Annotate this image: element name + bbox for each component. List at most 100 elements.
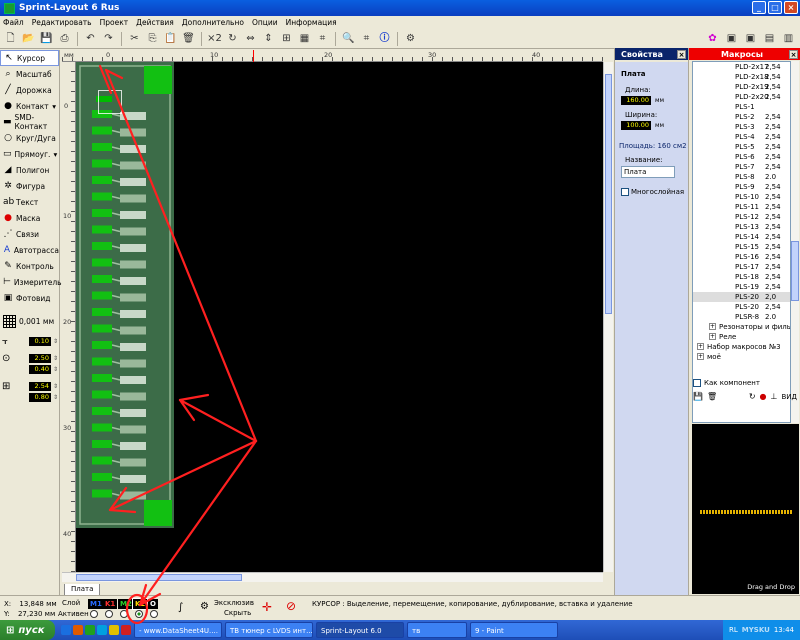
quicklaunch-icon[interactable] (73, 625, 83, 635)
tool-photoview[interactable]: ▣ Фотовид (0, 290, 59, 306)
tool-autoroute[interactable]: A Автотрасса (0, 242, 59, 258)
macro-item[interactable]: PLS-14 2,54 (693, 232, 790, 242)
macro-item[interactable]: PLS-20 2,0 (693, 292, 790, 302)
macro-item[interactable]: PLS-3 2,54 (693, 122, 790, 132)
duplicate-icon[interactable]: ×2 (207, 31, 222, 46)
ungroup-icon[interactable]: ⌗ (315, 31, 330, 46)
cut-icon[interactable]: ✂ (127, 31, 142, 46)
menu-item[interactable]: Дополнительно (182, 18, 244, 27)
canvas-vscroll[interactable] (603, 62, 613, 572)
track-width-field[interactable]: 0.10 (29, 337, 51, 346)
macro-group[interactable]: + Реле (693, 332, 790, 342)
undo-icon[interactable]: ↶ (83, 31, 98, 46)
macro-group[interactable]: + Набор макросов №3 (693, 342, 790, 352)
mirror-macro-icon[interactable]: ⊥ (771, 392, 778, 401)
tool-control[interactable]: ✎ Контроль (0, 258, 59, 274)
macro-item[interactable]: PLD-2x20 2,54 (693, 92, 790, 102)
macro-tree-scrollbar[interactable] (791, 61, 799, 423)
macro-item[interactable]: PLS-9 2,54 (693, 182, 790, 192)
photo-icon[interactable]: ▥ (781, 31, 796, 46)
pcb-canvas[interactable] (76, 62, 603, 572)
tool-figure[interactable]: ✲ Фигура (0, 178, 59, 194)
target-icon[interactable]: ✛ (262, 600, 272, 614)
quicklaunch-icon[interactable] (61, 625, 71, 635)
language-indicator[interactable]: RL (729, 626, 738, 634)
macro-group[interactable]: + моё (693, 352, 790, 362)
macro-item[interactable]: PLS-11 2,54 (693, 202, 790, 212)
menu-item[interactable]: Опции (252, 18, 278, 27)
mirror-v-icon[interactable]: ⇕ (261, 31, 276, 46)
start-button[interactable]: ⊞ пуск (0, 620, 55, 640)
menu-item[interactable]: Действия (136, 18, 174, 27)
pad-inner-field[interactable]: 0.40 (29, 365, 51, 374)
macro-item[interactable]: PLD-2x19 2,54 (693, 82, 790, 92)
length-field[interactable]: 160.00 (621, 96, 651, 105)
copy-icon[interactable]: ⎘ (145, 31, 160, 46)
rotate-icon[interactable]: ↻ (225, 31, 240, 46)
crop-icon[interactable]: ⌗ (359, 31, 374, 46)
menu-item[interactable]: Проект (100, 18, 129, 27)
macro-item[interactable]: PLD-2x18 2,54 (693, 72, 790, 82)
zoom-icon[interactable]: 🔍 (341, 31, 356, 46)
width-field[interactable]: 100.00 (621, 121, 651, 130)
save-icon[interactable]: 💾 (39, 31, 54, 46)
taskbar-task[interactable]: тв (407, 622, 467, 638)
layer-k2-active-radio[interactable] (135, 610, 143, 618)
expand-icon[interactable]: + (709, 323, 716, 330)
new-file-icon[interactable]: 🗋 (3, 31, 18, 46)
tool-cursor[interactable]: ↖ Курсор (0, 50, 59, 66)
clock[interactable]: 13:44 (774, 626, 794, 634)
layer-k1-button[interactable]: K1 (103, 599, 118, 609)
settings-gear-icon[interactable]: ⚙ (403, 31, 418, 46)
layer-k2-button[interactable]: K2 (131, 598, 149, 610)
smd-height-field[interactable]: 0.80 (29, 393, 51, 402)
name-input[interactable]: Плата (621, 166, 675, 178)
macro-item[interactable]: PLS-2 2,54 (693, 112, 790, 122)
macro-group[interactable]: +Резонаторы и фильтры (693, 322, 790, 332)
tool-connections[interactable]: ⋰ Связи (0, 226, 59, 242)
disable-icon[interactable]: ⊘ (286, 599, 296, 613)
tool-rectangle[interactable]: ▭ Прямоуг. ▾ (0, 146, 59, 162)
as-component-checkbox[interactable] (693, 379, 701, 387)
tool-polygon[interactable]: ◢ Полигон (0, 162, 59, 178)
taskbar-task[interactable]: ТВ тюнер с LVDS инт... (225, 622, 313, 638)
drc-icon[interactable]: ▤ (762, 31, 777, 46)
macro-item[interactable]: PLS-18 2,54 (693, 272, 790, 282)
view-button[interactable]: ВИД (781, 393, 797, 401)
macro-tree[interactable]: PLD-2x17 2,54 PLD-2x18 2,54 PLD-2x19 2,54 PLD-… (692, 61, 791, 423)
tool-mask[interactable]: ● Маска (0, 210, 59, 226)
exclusive-gear-icon[interactable]: ⚙ (200, 601, 209, 612)
save-macro-icon[interactable]: 💾 (693, 392, 703, 401)
info-icon[interactable]: ⓘ (377, 31, 392, 46)
rotate-macro-icon[interactable]: ↻ (749, 392, 756, 401)
macro-item[interactable]: PLS-6 2,54 (693, 152, 790, 162)
macro-item[interactable]: PLS-5 2,54 (693, 142, 790, 152)
close-button[interactable]: × (784, 1, 798, 14)
mirror-h-icon[interactable]: ⇔ (243, 31, 258, 46)
layer-m2-icon[interactable]: ▣ (743, 31, 758, 46)
layer-o-active-radio[interactable] (150, 610, 158, 618)
canvas-hscroll[interactable] (62, 572, 603, 582)
multilayer-checkbox[interactable] (621, 188, 629, 196)
layer-m1-active-radio[interactable] (90, 610, 98, 618)
layer-o-button[interactable]: O (148, 599, 158, 609)
menu-item[interactable]: Редактировать (32, 18, 92, 27)
macros-close-icon[interactable]: × (789, 49, 798, 59)
tool-track[interactable]: ╱ Дорожка (0, 82, 59, 98)
macro-preview[interactable]: Drag and Drop (692, 424, 799, 594)
macro-item[interactable]: PLS-10 2,54 (693, 192, 790, 202)
macro-item[interactable]: PLS-15 2,54 (693, 242, 790, 252)
delete-icon[interactable]: 🗑 (181, 31, 196, 46)
layer-m1-icon[interactable]: ▣ (724, 31, 739, 46)
taskbar-task[interactable]: Sprint-Layout 6.0 (316, 622, 404, 638)
tool-pad[interactable]: ● Контакт ▾ (0, 98, 59, 114)
quicklaunch-icon[interactable] (109, 625, 119, 635)
macro-item[interactable]: PLS-12 2,54 (693, 212, 790, 222)
minimize-button[interactable]: _ (752, 1, 766, 14)
paste-icon[interactable]: 📋 (163, 31, 178, 46)
maximize-button[interactable]: □ (768, 1, 782, 14)
chevron-down-icon[interactable]: ▾ (52, 102, 59, 111)
tool-text[interactable]: ab Текст (0, 194, 59, 210)
pad-outer-field[interactable]: 2.50 (29, 354, 51, 363)
menu-item[interactable]: Информация (286, 18, 337, 27)
